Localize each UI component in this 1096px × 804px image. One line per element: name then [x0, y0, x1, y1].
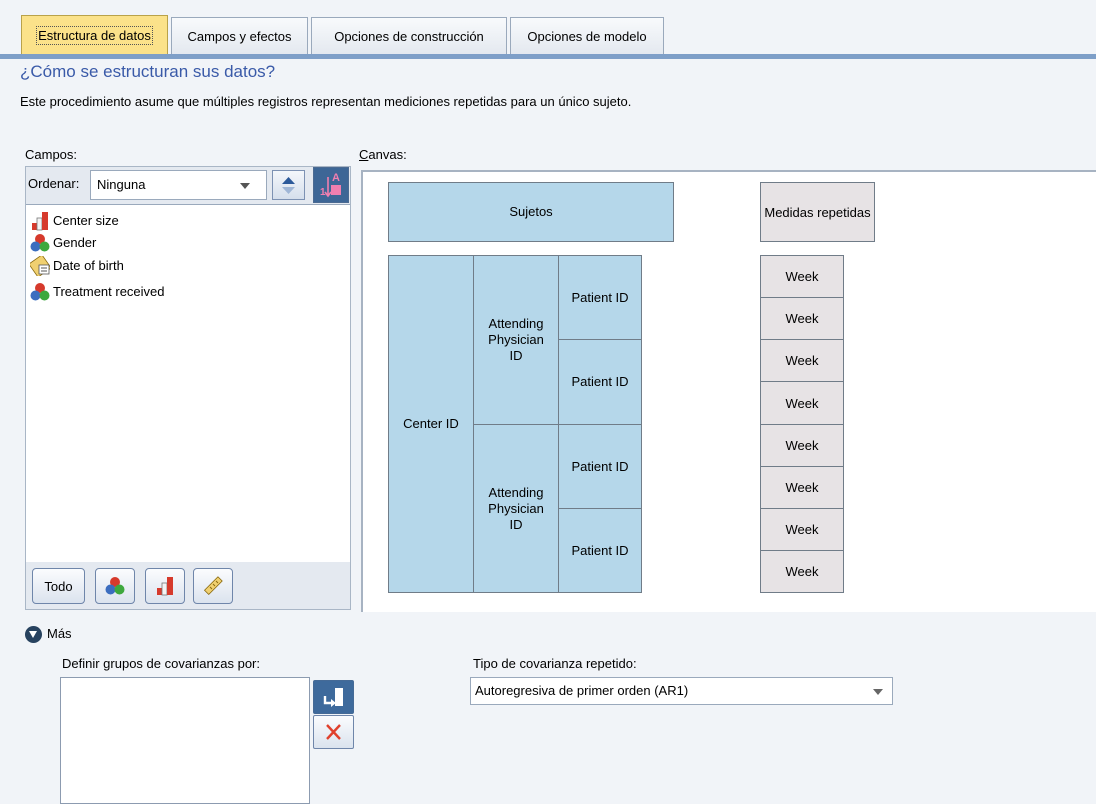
- patient-id-cell[interactable]: Patient ID: [558, 508, 642, 593]
- sort-value: Ninguna: [97, 177, 146, 192]
- week-label: Week: [785, 395, 819, 411]
- covariance-groups-list[interactable]: [60, 677, 310, 804]
- tab-label: Campos y efectos: [187, 29, 292, 44]
- week-cell[interactable]: Week: [760, 424, 844, 467]
- physician-id-label: Attending Physician ID: [488, 484, 544, 532]
- week-label: Week: [785, 480, 819, 495]
- week-cell[interactable]: Week: [760, 381, 844, 425]
- patient-id-label: Patient ID: [571, 542, 629, 558]
- more-toggle-label[interactable]: Más: [47, 626, 72, 641]
- field-label: Treatment received: [53, 284, 165, 299]
- add-covariance-group-button[interactable]: [313, 680, 354, 714]
- week-cell[interactable]: Week: [760, 297, 844, 340]
- tab-label: Opciones de construcción: [334, 29, 484, 44]
- physician-id-cell[interactable]: Attending Physician ID: [473, 424, 559, 593]
- center-id-label: Center ID: [403, 416, 459, 431]
- patient-id-label: Patient ID: [571, 374, 629, 389]
- sort-label: Ordenar:: [28, 176, 80, 191]
- list-item[interactable]: Treatment received: [30, 281, 165, 303]
- sort-dropdown[interactable]: Ninguna: [90, 170, 267, 200]
- week-cell[interactable]: Week: [760, 466, 844, 509]
- tab-estructura-de-datos[interactable]: Estructura de datos: [21, 15, 168, 55]
- nominal-icon: [30, 282, 50, 302]
- repeated-header: Medidas repetidas: [764, 204, 871, 220]
- show-all-button[interactable]: Todo: [32, 568, 85, 604]
- week-cell[interactable]: Week: [760, 550, 844, 593]
- chevron-down-icon: [873, 689, 883, 695]
- move-field-icon: [323, 688, 343, 707]
- covariance-groups-label: Definir grupos de covarianzas por:: [62, 656, 260, 671]
- fields-label: Campos:: [25, 147, 78, 162]
- repeated-covariance-label: Tipo de covarianza repetido:: [473, 656, 637, 671]
- sort-direction-button[interactable]: [272, 170, 305, 200]
- week-label: Week: [785, 522, 819, 537]
- repeated-covariance-dropdown[interactable]: Autoregresiva de primer orden (AR1): [470, 677, 893, 705]
- ordinal-icon: [157, 577, 173, 596]
- canvas-label: Canvas:: [359, 147, 407, 162]
- list-item[interactable]: Date of birth: [28, 254, 124, 278]
- week-label: Week: [785, 564, 819, 579]
- show-all-label: Todo: [44, 578, 73, 594]
- week-cell[interactable]: Week: [760, 255, 844, 298]
- tab-opciones-de-construccion[interactable]: Opciones de construcción: [311, 17, 507, 55]
- filter-ordinal-button[interactable]: [145, 568, 185, 604]
- date-icon: [28, 254, 52, 278]
- chevron-down-icon: [240, 183, 250, 189]
- week-label: Week: [785, 353, 819, 368]
- subjects-drop-zone[interactable]: Sujetos: [388, 182, 674, 242]
- center-id-cell[interactable]: Center ID: [388, 255, 474, 593]
- sort-alphabetical-button[interactable]: A 1: [313, 167, 349, 203]
- field-label: Gender: [53, 235, 97, 250]
- filter-continuous-button[interactable]: [193, 568, 233, 604]
- tab-label: Estructura de datos: [36, 26, 153, 45]
- week-cell[interactable]: Week: [760, 339, 844, 382]
- tab-label: Opciones de modelo: [527, 29, 647, 44]
- patient-id-cell[interactable]: Patient ID: [558, 339, 642, 425]
- ordinal-icon: [30, 211, 50, 231]
- patient-id-label: Patient ID: [571, 289, 629, 305]
- sort-up-down-icon: [282, 177, 295, 194]
- field-label: Center size: [53, 213, 119, 228]
- patient-id-cell[interactable]: Patient ID: [558, 255, 642, 340]
- nominal-icon: [105, 577, 125, 595]
- page-title: ¿Cómo se estructuran sus datos?: [20, 62, 276, 81]
- sort-alpha-icon: A 1: [320, 172, 341, 198]
- page-description: Este procedimiento asume que múltiples r…: [20, 94, 632, 109]
- patient-id-label: Patient ID: [571, 458, 629, 474]
- repeated-measures-drop-zone[interactable]: Medidas repetidas: [760, 182, 875, 242]
- canvas[interactable]: Sujetos Medidas repetidas Center ID Atte…: [361, 170, 1096, 612]
- filter-nominal-button[interactable]: [95, 568, 135, 604]
- patient-id-cell[interactable]: Patient ID: [558, 424, 642, 509]
- repeated-covariance-value: Autoregresiva de primer orden (AR1): [475, 683, 689, 698]
- list-item[interactable]: Gender: [30, 232, 96, 254]
- expand-more-icon[interactable]: [25, 626, 42, 643]
- list-item[interactable]: Center size: [30, 210, 119, 232]
- physician-id-label: Attending Physician ID: [488, 316, 544, 363]
- tab-underline: [0, 54, 1096, 59]
- tab-opciones-de-modelo[interactable]: Opciones de modelo: [510, 17, 664, 55]
- week-label: Week: [785, 311, 819, 326]
- tab-campos-y-efectos[interactable]: Campos y efectos: [171, 17, 308, 55]
- physician-id-cell[interactable]: Attending Physician ID: [473, 255, 559, 425]
- week-label: Week: [785, 269, 819, 284]
- field-list[interactable]: Center size Gender Date of birth Treatme…: [26, 204, 350, 562]
- ruler-icon: [203, 576, 223, 596]
- close-icon: [326, 724, 341, 740]
- svg-text:A: A: [332, 172, 340, 184]
- nominal-icon: [30, 233, 50, 253]
- week-label: Week: [785, 438, 819, 453]
- subjects-header: Sujetos: [509, 204, 553, 219]
- field-label: Date of birth: [53, 258, 124, 273]
- week-cell[interactable]: Week: [760, 508, 844, 551]
- remove-covariance-group-button[interactable]: [313, 715, 354, 749]
